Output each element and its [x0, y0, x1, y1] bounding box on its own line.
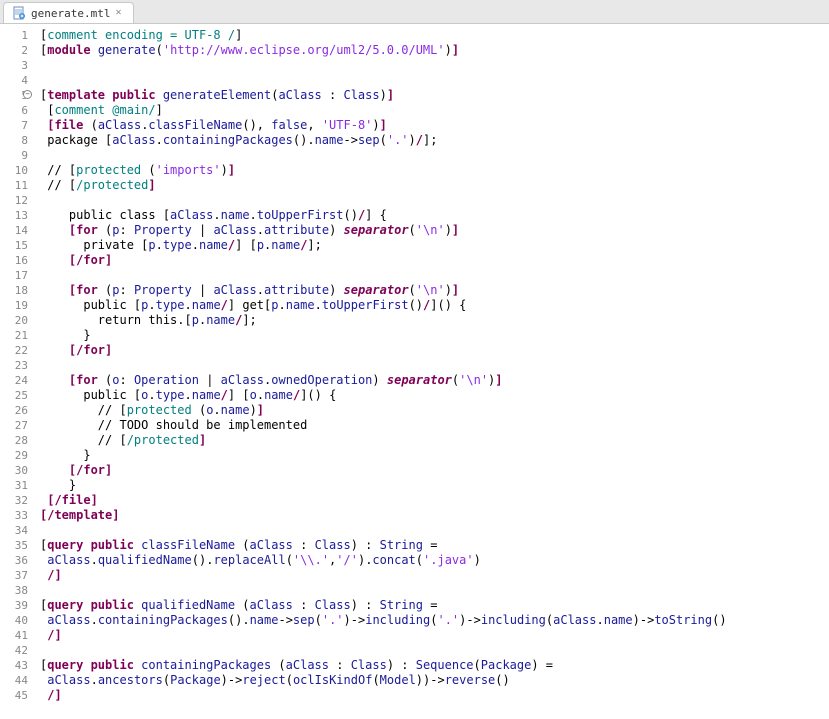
- code-line[interactable]: [40, 523, 829, 538]
- code-line[interactable]: // [/protected]: [40, 178, 829, 193]
- line-number: 17: [0, 268, 28, 283]
- code-line[interactable]: [40, 193, 829, 208]
- line-number: 10: [0, 163, 28, 178]
- line-number: 19: [0, 298, 28, 313]
- code-line[interactable]: /]: [40, 628, 829, 643]
- line-number: 27: [0, 418, 28, 433]
- line-number: 23: [0, 358, 28, 373]
- line-number: 3: [0, 58, 28, 73]
- line-number-gutter: 12345−6789101112131415161718192021222324…: [0, 24, 36, 719]
- line-number: 28: [0, 433, 28, 448]
- line-number: 13: [0, 208, 28, 223]
- line-number: 29: [0, 448, 28, 463]
- code-line[interactable]: [template public generateElement(aClass …: [40, 88, 829, 103]
- code-line[interactable]: }: [40, 448, 829, 463]
- code-line[interactable]: [/for]: [40, 343, 829, 358]
- code-line[interactable]: [for (o: Operation | aClass.ownedOperati…: [40, 373, 829, 388]
- line-number: 40: [0, 613, 28, 628]
- line-number: 7: [0, 118, 28, 133]
- line-number: 16: [0, 253, 28, 268]
- line-number: 8: [0, 133, 28, 148]
- code-area[interactable]: [comment encoding = UTF-8 /][module gene…: [36, 24, 829, 719]
- code-line[interactable]: // [protected (o.name)]: [40, 403, 829, 418]
- file-icon: [12, 6, 26, 20]
- code-line[interactable]: public [o.type.name/] [o.name/]() {: [40, 388, 829, 403]
- line-number: 20: [0, 313, 28, 328]
- line-number: 9: [0, 148, 28, 163]
- line-number: 30: [0, 463, 28, 478]
- line-number: 18: [0, 283, 28, 298]
- code-line[interactable]: return this.[p.name/];: [40, 313, 829, 328]
- code-line[interactable]: public class [aClass.name.toUpperFirst()…: [40, 208, 829, 223]
- line-number: 39: [0, 598, 28, 613]
- code-line[interactable]: aClass.ancestors(Package)->reject(oclIsK…: [40, 673, 829, 688]
- code-line[interactable]: [40, 643, 829, 658]
- line-number: 2: [0, 43, 28, 58]
- line-number: 36: [0, 553, 28, 568]
- code-line[interactable]: // [protected ('imports')]: [40, 163, 829, 178]
- code-line[interactable]: [query public qualifiedName (aClass : Cl…: [40, 598, 829, 613]
- code-line[interactable]: [query public containingPackages (aClass…: [40, 658, 829, 673]
- tab-bar: generate.mtl ✕: [0, 0, 829, 24]
- code-line[interactable]: [/file]: [40, 493, 829, 508]
- code-line[interactable]: [comment @main/]: [40, 103, 829, 118]
- code-line[interactable]: /]: [40, 568, 829, 583]
- code-editor[interactable]: 12345−6789101112131415161718192021222324…: [0, 24, 829, 719]
- line-number: 35: [0, 538, 28, 553]
- code-line[interactable]: [for (p: Property | aClass.attribute) se…: [40, 223, 829, 238]
- close-icon[interactable]: ✕: [115, 8, 125, 18]
- line-number: 26: [0, 403, 28, 418]
- code-line[interactable]: [/for]: [40, 253, 829, 268]
- line-number: 14: [0, 223, 28, 238]
- line-number: 5−: [0, 88, 28, 103]
- code-line[interactable]: [for (p: Property | aClass.attribute) se…: [40, 283, 829, 298]
- code-line[interactable]: // [/protected]: [40, 433, 829, 448]
- line-number: 31: [0, 478, 28, 493]
- line-number: 44: [0, 673, 28, 688]
- code-line[interactable]: [comment encoding = UTF-8 /]: [40, 28, 829, 43]
- code-line[interactable]: [40, 58, 829, 73]
- code-line[interactable]: [file (aClass.classFileName(), false, 'U…: [40, 118, 829, 133]
- line-number: 21: [0, 328, 28, 343]
- code-line[interactable]: [/template]: [40, 508, 829, 523]
- code-line[interactable]: }: [40, 328, 829, 343]
- line-number: 24: [0, 373, 28, 388]
- code-line[interactable]: [module generate('http://www.eclipse.org…: [40, 43, 829, 58]
- code-line[interactable]: [40, 583, 829, 598]
- code-line[interactable]: aClass.qualifiedName().replaceAll('\\.',…: [40, 553, 829, 568]
- line-number: 32: [0, 493, 28, 508]
- code-line[interactable]: public [p.type.name/] get[p.name.toUpper…: [40, 298, 829, 313]
- line-number: 41: [0, 628, 28, 643]
- line-number: 45: [0, 688, 28, 703]
- fold-marker-icon[interactable]: −: [23, 90, 32, 99]
- tab-title: generate.mtl: [31, 7, 110, 20]
- line-number: 6: [0, 103, 28, 118]
- code-line[interactable]: [40, 73, 829, 88]
- line-number: 25: [0, 388, 28, 403]
- code-line[interactable]: [40, 148, 829, 163]
- editor-tab[interactable]: generate.mtl ✕: [3, 2, 134, 23]
- code-line[interactable]: [query public classFileName (aClass : Cl…: [40, 538, 829, 553]
- code-line[interactable]: private [p.type.name/] [p.name/];: [40, 238, 829, 253]
- code-line[interactable]: [40, 268, 829, 283]
- line-number: 15: [0, 238, 28, 253]
- code-line[interactable]: }: [40, 478, 829, 493]
- code-line[interactable]: package [aClass.containingPackages().nam…: [40, 133, 829, 148]
- line-number: 34: [0, 523, 28, 538]
- line-number: 42: [0, 643, 28, 658]
- code-line[interactable]: // TODO should be implemented: [40, 418, 829, 433]
- line-number: 33: [0, 508, 28, 523]
- line-number: 38: [0, 583, 28, 598]
- line-number: 37: [0, 568, 28, 583]
- line-number: 1: [0, 28, 28, 43]
- line-number: 43: [0, 658, 28, 673]
- line-number: 11: [0, 178, 28, 193]
- line-number: 4: [0, 73, 28, 88]
- line-number: 12: [0, 193, 28, 208]
- line-number: 22: [0, 343, 28, 358]
- code-line[interactable]: /]: [40, 688, 829, 703]
- code-line[interactable]: [40, 358, 829, 373]
- code-line[interactable]: aClass.containingPackages().name->sep('.…: [40, 613, 829, 628]
- code-line[interactable]: [/for]: [40, 463, 829, 478]
